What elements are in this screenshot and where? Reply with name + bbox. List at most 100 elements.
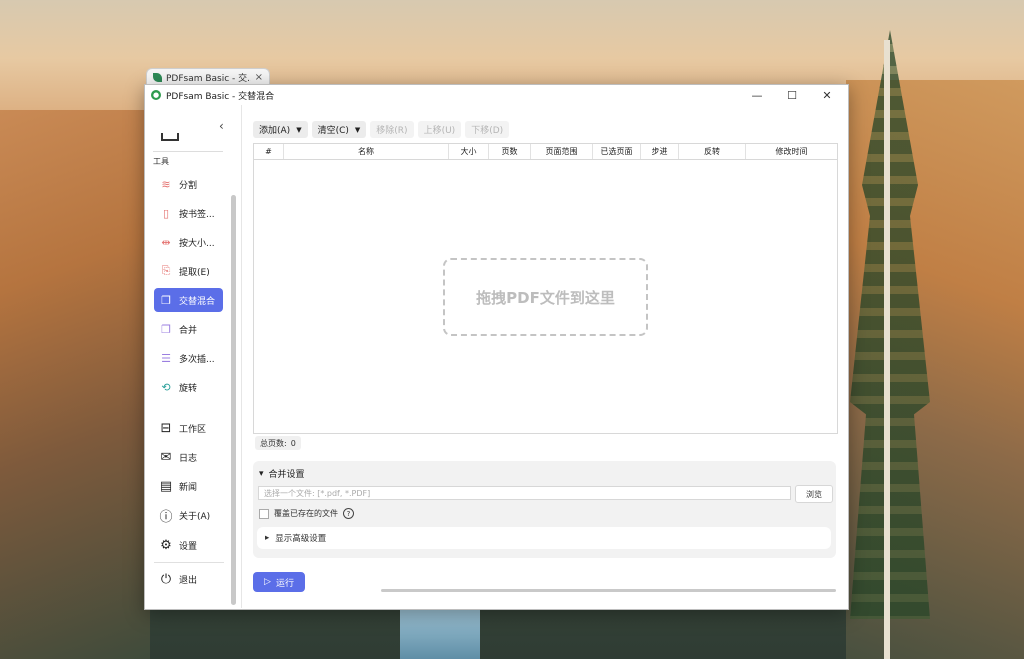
column-header-pages[interactable]: 页数 xyxy=(489,144,531,159)
sidebar-item-multi-insert[interactable]: ☰ 多次插... xyxy=(154,346,223,370)
sidebar-item-extract[interactable]: ⎘ 提取(E) xyxy=(154,259,223,283)
sidebar-item-exit[interactable]: ⏻ 退出 xyxy=(154,567,223,591)
sidebar-item-alternate-mix[interactable]: ❐ 交替混合 xyxy=(154,288,223,312)
log-icon: ✉ xyxy=(160,449,172,465)
divider xyxy=(154,562,224,563)
total-pages-label: 总页数: xyxy=(260,438,287,448)
sidebar-item-log[interactable]: ✉ 日志 xyxy=(154,445,223,469)
column-header-index[interactable]: # xyxy=(254,144,284,159)
tab-close-icon[interactable]: × xyxy=(255,72,263,83)
taskbar-tab[interactable]: PDFsam Basic - 交... × xyxy=(146,68,270,85)
workspace-icon: ⊟ xyxy=(160,420,172,436)
wallpaper-cliff-left xyxy=(0,110,150,659)
overwrite-option: 覆盖已存在的文件 ? xyxy=(259,508,354,519)
help-icon[interactable]: ? xyxy=(343,508,354,519)
column-header-name[interactable]: 名称 xyxy=(284,144,449,159)
run-button[interactable]: ▷ 运行 xyxy=(253,572,305,592)
news-icon: ▤ xyxy=(159,478,173,494)
dropdown-arrow-icon[interactable]: ▼ xyxy=(355,126,360,134)
wallpaper-tree-trunk xyxy=(884,40,890,659)
maximize-button[interactable]: ☐ xyxy=(777,89,807,102)
total-pages-value: 0 xyxy=(290,438,296,448)
column-header-selected-pages[interactable]: 已选页面 xyxy=(593,144,641,159)
collapse-sidebar-icon[interactable]: ‹ xyxy=(219,119,224,133)
merge-settings-panel: ▾ 合并设置 选择一个文件: [*.pdf, *.PDF] 浏览 覆盖已存在的文… xyxy=(253,461,836,558)
browse-button[interactable]: 浏览 xyxy=(795,485,833,503)
minimize-button[interactable]: — xyxy=(742,89,772,102)
merge-settings-toggle[interactable]: ▾ 合并设置 xyxy=(259,467,305,481)
move-down-button[interactable]: 下移(D) xyxy=(465,121,510,138)
table-header: # 名称 大小 页数 页面范围 已选页面 步进 反转 修改时间 xyxy=(254,144,837,160)
sidebar-item-about[interactable]: ⓘ 关于(A) xyxy=(154,503,223,527)
divider xyxy=(153,151,223,152)
total-pages: 总页数: 0 xyxy=(255,436,301,450)
sidebar-item-label: 新闻 xyxy=(179,482,198,493)
dropdown-arrow-icon[interactable]: ▼ xyxy=(296,126,301,134)
sidebar-item-workspace[interactable]: ⊟ 工作区 xyxy=(154,416,223,440)
remove-button[interactable]: 移除(R) xyxy=(370,121,414,138)
app-window: ● PDFsam Basic - 交替混合 — ☐ ✕ ‹ 工具 ≋ 分割 ▯ … xyxy=(144,84,849,610)
dashboard-icon[interactable] xyxy=(161,133,179,141)
add-button[interactable]: 添加(A) ▼ xyxy=(253,121,308,138)
sidebar: ‹ 工具 ≋ 分割 ▯ 按书签... ⇹ 按大小... ⎘ 提取(E) ❐ 交替… xyxy=(145,105,242,608)
column-header-size[interactable]: 大小 xyxy=(449,144,489,159)
leaf-icon xyxy=(153,72,162,82)
split-icon: ≋ xyxy=(161,177,171,191)
extract-icon: ⎘ xyxy=(161,264,171,277)
play-icon: ▷ xyxy=(264,577,271,587)
sidebar-item-merge[interactable]: ❐ 合并 xyxy=(154,317,223,341)
sidebar-item-label: 日志 xyxy=(179,453,198,464)
multi-insert-icon: ☰ xyxy=(161,351,171,365)
clear-button-label: 清空(C) xyxy=(317,126,349,136)
overwrite-checkbox[interactable] xyxy=(259,508,269,519)
advanced-settings-label: 显示高级设置 xyxy=(275,534,327,544)
clear-button[interactable]: 清空(C) ▼ xyxy=(311,121,367,138)
column-header-reverse[interactable]: 反转 xyxy=(679,144,746,159)
overwrite-label[interactable]: 覆盖已存在的文件 xyxy=(274,508,338,519)
column-header-modified-time[interactable]: 修改时间 xyxy=(746,144,837,159)
output-file-input[interactable]: 选择一个文件: [*.pdf, *.PDF] xyxy=(258,486,791,500)
sidebar-item-label: 旋转 xyxy=(179,383,198,394)
window-title: PDFsam Basic - 交替混合 xyxy=(166,91,275,102)
sidebar-item-split[interactable]: ≋ 分割 xyxy=(154,172,223,196)
progress-bar xyxy=(381,589,836,592)
sidebar-item-rotate[interactable]: ⟲ 旋转 xyxy=(154,375,223,399)
drop-zone[interactable]: 拖拽PDF文件到这里 xyxy=(443,258,648,336)
sidebar-scrollbar-thumb[interactable] xyxy=(231,195,236,605)
sidebar-item-label: 提取(E) xyxy=(179,267,210,278)
column-header-step[interactable]: 步进 xyxy=(641,144,679,159)
toolbar: 添加(A) ▼ 清空(C) ▼ 移除(R) 上移(U) 下移(D) xyxy=(253,121,510,138)
sidebar-item-label: 设置 xyxy=(179,541,198,552)
sidebar-item-news[interactable]: ▤ 新闻 xyxy=(154,474,223,498)
sidebar-item-label: 按书签... xyxy=(179,209,215,220)
file-table[interactable]: # 名称 大小 页数 页面范围 已选页面 步进 反转 修改时间 拖拽PDF文件到… xyxy=(253,143,838,434)
info-icon: ⓘ xyxy=(159,509,173,525)
advanced-settings-toggle[interactable]: ▸ 显示高级设置 xyxy=(257,527,831,549)
power-icon: ⏻ xyxy=(160,571,172,587)
close-button[interactable]: ✕ xyxy=(812,89,842,102)
sidebar-item-split-by-size[interactable]: ⇹ 按大小... xyxy=(154,230,223,254)
rotate-icon: ⟲ xyxy=(161,380,171,394)
sidebar-item-label: 多次插... xyxy=(179,354,215,365)
sidebar-item-label: 分割 xyxy=(179,180,198,191)
settings-icon: ⚙ xyxy=(160,537,172,553)
sidebar-item-label: 交替混合 xyxy=(179,296,216,307)
sidebar-item-split-by-bookmarks[interactable]: ▯ 按书签... xyxy=(154,201,223,225)
merge-settings-title: 合并设置 xyxy=(268,470,305,480)
tools-section-label: 工具 xyxy=(153,157,169,166)
title-bar: ● PDFsam Basic - 交替混合 — ☐ ✕ xyxy=(145,85,848,105)
sidebar-item-label: 按大小... xyxy=(179,238,215,249)
app-logo-icon: ● xyxy=(151,90,161,100)
column-header-page-range[interactable]: 页面范围 xyxy=(531,144,593,159)
sidebar-item-label: 合并 xyxy=(179,325,198,336)
add-button-label: 添加(A) xyxy=(259,126,291,136)
alternate-mix-icon: ❐ xyxy=(161,293,171,307)
merge-icon: ❐ xyxy=(161,322,171,336)
run-button-label: 运行 xyxy=(275,578,294,589)
size-split-icon: ⇹ xyxy=(161,235,171,249)
sidebar-item-settings[interactable]: ⚙ 设置 xyxy=(154,533,223,557)
tab-title: PDFsam Basic - 交... xyxy=(166,73,251,84)
expand-arrow-icon: ▸ xyxy=(265,533,270,543)
sidebar-item-label: 退出 xyxy=(179,575,198,586)
move-up-button[interactable]: 上移(U) xyxy=(417,121,462,138)
